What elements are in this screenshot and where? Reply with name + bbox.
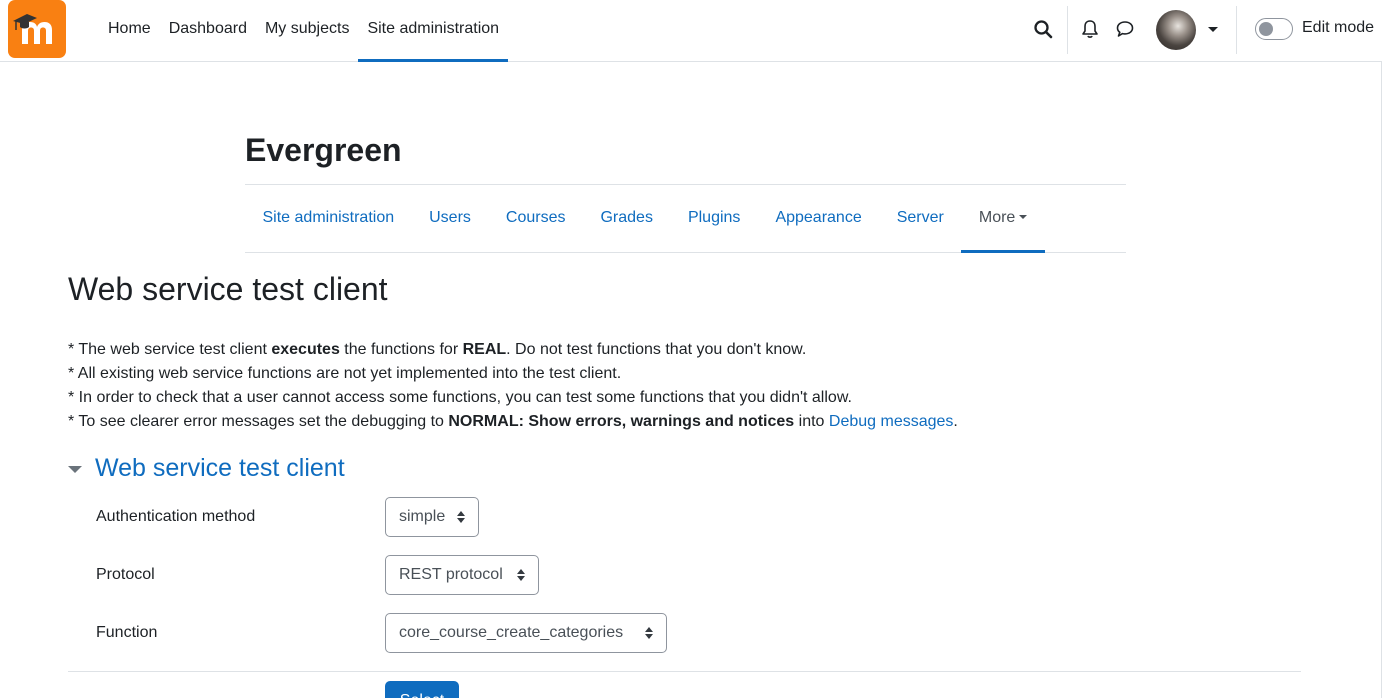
note-text: * To see clearer error messages set the … <box>68 413 449 430</box>
chat-icon[interactable] <box>1113 17 1137 41</box>
info-notes: * The web service test client executes t… <box>68 338 958 434</box>
select-arrows-icon <box>517 569 526 581</box>
moodle-logo-icon[interactable] <box>8 0 66 58</box>
protocol-value: REST protocol <box>399 566 503 583</box>
note-bold: NORMAL: Show errors, warnings and notice… <box>448 413 795 430</box>
tab-courses[interactable]: Courses <box>488 185 583 252</box>
form-divider <box>68 671 1301 672</box>
site-title: Evergreen <box>245 132 402 168</box>
nav-site-administration-link[interactable]: Site administration <box>358 0 508 62</box>
select-arrows-icon <box>645 627 654 639</box>
navbar-divider <box>1067 6 1068 54</box>
nav-home-link[interactable]: Home <box>99 0 160 62</box>
user-avatar[interactable] <box>1156 10 1196 50</box>
note-line-3: * In order to check that a user cannot a… <box>68 389 852 406</box>
edit-mode-label[interactable]: Edit mode <box>1302 19 1374 37</box>
navbar-divider <box>1236 6 1237 54</box>
fieldset-toggle[interactable]: Web service test client <box>68 452 345 484</box>
user-menu-chevron-down-icon[interactable] <box>1208 27 1218 32</box>
debug-messages-link[interactable]: Debug messages <box>829 413 954 430</box>
nav-dashboard-link[interactable]: Dashboard <box>160 0 256 62</box>
tab-more-label: More <box>978 209 1016 226</box>
auth-method-value: simple <box>399 508 446 525</box>
tab-more[interactable]: More <box>961 185 1046 253</box>
fieldset-legend[interactable]: Web service test client <box>95 454 345 483</box>
bell-icon[interactable] <box>1078 17 1102 41</box>
auth-method-label: Authentication method <box>96 508 256 525</box>
note-text: * The web service test client <box>68 341 272 358</box>
protocol-select[interactable]: REST protocol <box>385 555 539 595</box>
function-select[interactable]: core_course_create_categories <box>385 613 667 653</box>
note-line-2: * All existing web service functions are… <box>68 365 622 382</box>
select-submit-button[interactable]: Select <box>385 681 459 698</box>
function-label: Function <box>96 624 158 641</box>
note-line-1: * The web service test client executes t… <box>68 338 958 362</box>
primary-navigation: Home Dashboard My subjects Site administ… <box>99 0 508 62</box>
nav-my-subjects-link[interactable]: My subjects <box>256 0 358 62</box>
note-text: . <box>953 413 958 430</box>
note-text: . Do not test functions that you don't k… <box>506 341 807 358</box>
function-value: core_course_create_categories <box>399 624 624 641</box>
select-arrows-icon <box>457 511 466 523</box>
tab-site-administration[interactable]: Site administration <box>245 185 412 252</box>
note-bold: executes <box>271 341 340 358</box>
auth-method-select[interactable]: simple <box>385 497 479 537</box>
note-line-4: * To see clearer error messages set the … <box>68 410 958 434</box>
tab-grades[interactable]: Grades <box>583 185 670 252</box>
secondary-navigation: Site administration Users Courses Grades… <box>245 184 1126 253</box>
top-navbar: Home Dashboard My subjects Site administ… <box>0 0 1382 62</box>
edit-mode-toggle[interactable] <box>1255 18 1293 40</box>
note-text: the functions for <box>339 341 463 358</box>
page-title: Web service test client <box>68 271 388 307</box>
note-text: into <box>794 413 829 430</box>
protocol-label: Protocol <box>96 566 155 583</box>
collapse-caret-icon[interactable] <box>68 465 82 473</box>
tab-users[interactable]: Users <box>412 185 489 252</box>
note-bold: REAL <box>462 341 507 358</box>
tab-server[interactable]: Server <box>879 185 961 252</box>
toggle-knob <box>1259 22 1273 36</box>
tab-appearance[interactable]: Appearance <box>758 185 879 252</box>
tab-plugins[interactable]: Plugins <box>670 185 757 252</box>
chevron-down-icon <box>1019 215 1028 219</box>
search-icon[interactable] <box>1031 17 1055 41</box>
